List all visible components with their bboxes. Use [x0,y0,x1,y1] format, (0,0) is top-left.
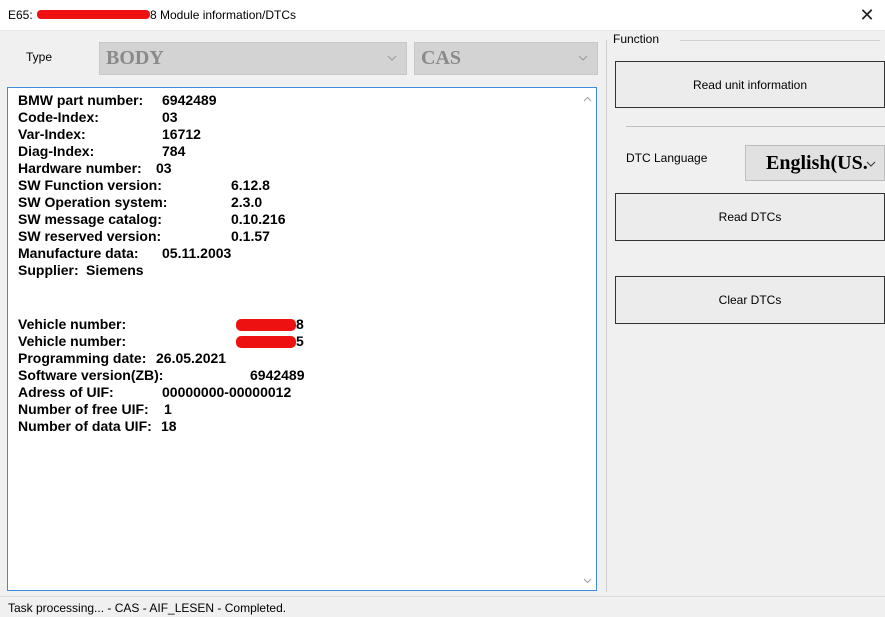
info-value: 18 [161,418,177,434]
info-value: 6942489 [250,367,305,383]
clear-dtcs-button[interactable]: Clear DTCs [615,276,885,324]
status-text: Task processing... - CAS - AIF_LESEN - C… [8,601,287,615]
dtc-language-value: English(US. [766,152,868,174]
type-label: Type [26,50,53,64]
chevron-down-icon [866,161,876,167]
info-value: 6.12.8 [231,177,270,193]
function-group-border [606,40,607,592]
module-group-dropdown[interactable]: BODY [99,42,407,75]
info-value: 00000000-00000012 [162,384,292,400]
info-value: 2.3.0 [231,194,263,210]
chevron-down-icon[interactable] [582,575,593,586]
redaction-mark [37,10,150,19]
window-title: 8 Module information/DTCs [150,8,297,22]
module-value: CAS [421,47,462,69]
chevron-down-icon [387,55,397,61]
dtc-language-label: DTC Language [626,151,708,165]
info-value: 5 [296,333,304,349]
info-value: 8 [296,316,304,332]
info-key: Software version(ZB): [18,367,164,383]
info-key: SW Function version: [18,177,162,193]
chevron-down-icon [578,55,588,61]
module-info-textarea[interactable]: BMW part number: 6942489 Code-Index: 03 Va… [7,87,597,591]
module-group-value: BODY [106,47,164,69]
dtc-language-dropdown[interactable]: English(US. [745,145,885,181]
info-value: 26.05.2021 [156,350,227,366]
divider [626,126,885,127]
info-key: SW message catalog: [18,211,162,227]
info-value: 03 [162,109,178,125]
info-value: 784 [162,143,186,159]
info-key: Programming date: [18,350,147,366]
vertical-scrollbar[interactable] [579,88,596,590]
function-group-border [680,40,880,41]
info-value: 03 [156,160,172,176]
info-key: Number of data UIF: [18,418,152,434]
info-key: Manufacture data: [18,245,139,261]
close-icon[interactable]: ✕ [855,3,879,27]
info-value: 0.10.216 [231,211,286,227]
info-key: Hardware number: [18,160,142,176]
read-dtcs-button[interactable]: Read DTCs [615,193,885,241]
info-key: BMW part number: [18,92,144,108]
info-key: Adress of UIF: [18,384,114,400]
module-dropdown[interactable]: CAS [414,42,598,75]
title-bar: E65: 8 Module information/DTCs ✕ [0,0,885,31]
window-title-prefix: E65: [8,8,33,22]
info-key: Vehicle number: [18,316,127,332]
info-value: 05.11.2003 [162,245,232,261]
info-value: Siemens [86,262,144,278]
info-key: SW Operation system: [18,194,168,210]
redaction-mark [236,336,296,348]
info-value: 0.1.57 [231,228,270,244]
chevron-up-icon[interactable] [582,94,593,105]
function-group-label: Function [613,32,660,46]
info-key: Supplier: [18,262,79,278]
info-key: Diag-Index: [18,143,95,159]
info-key: Var-Index: [18,126,86,142]
info-key: SW reserved version: [18,228,162,244]
redaction-mark [236,319,296,331]
info-value: 16712 [162,126,201,142]
info-key: Code-Index: [18,109,99,125]
info-key: Vehicle number: [18,333,127,349]
info-value: 1 [164,401,172,417]
info-value: 6942489 [162,92,217,108]
read-unit-information-button[interactable]: Read unit information [615,61,885,108]
status-bar: Task processing... - CAS - AIF_LESEN - C… [0,596,885,617]
info-key: Number of free UIF: [18,401,149,417]
